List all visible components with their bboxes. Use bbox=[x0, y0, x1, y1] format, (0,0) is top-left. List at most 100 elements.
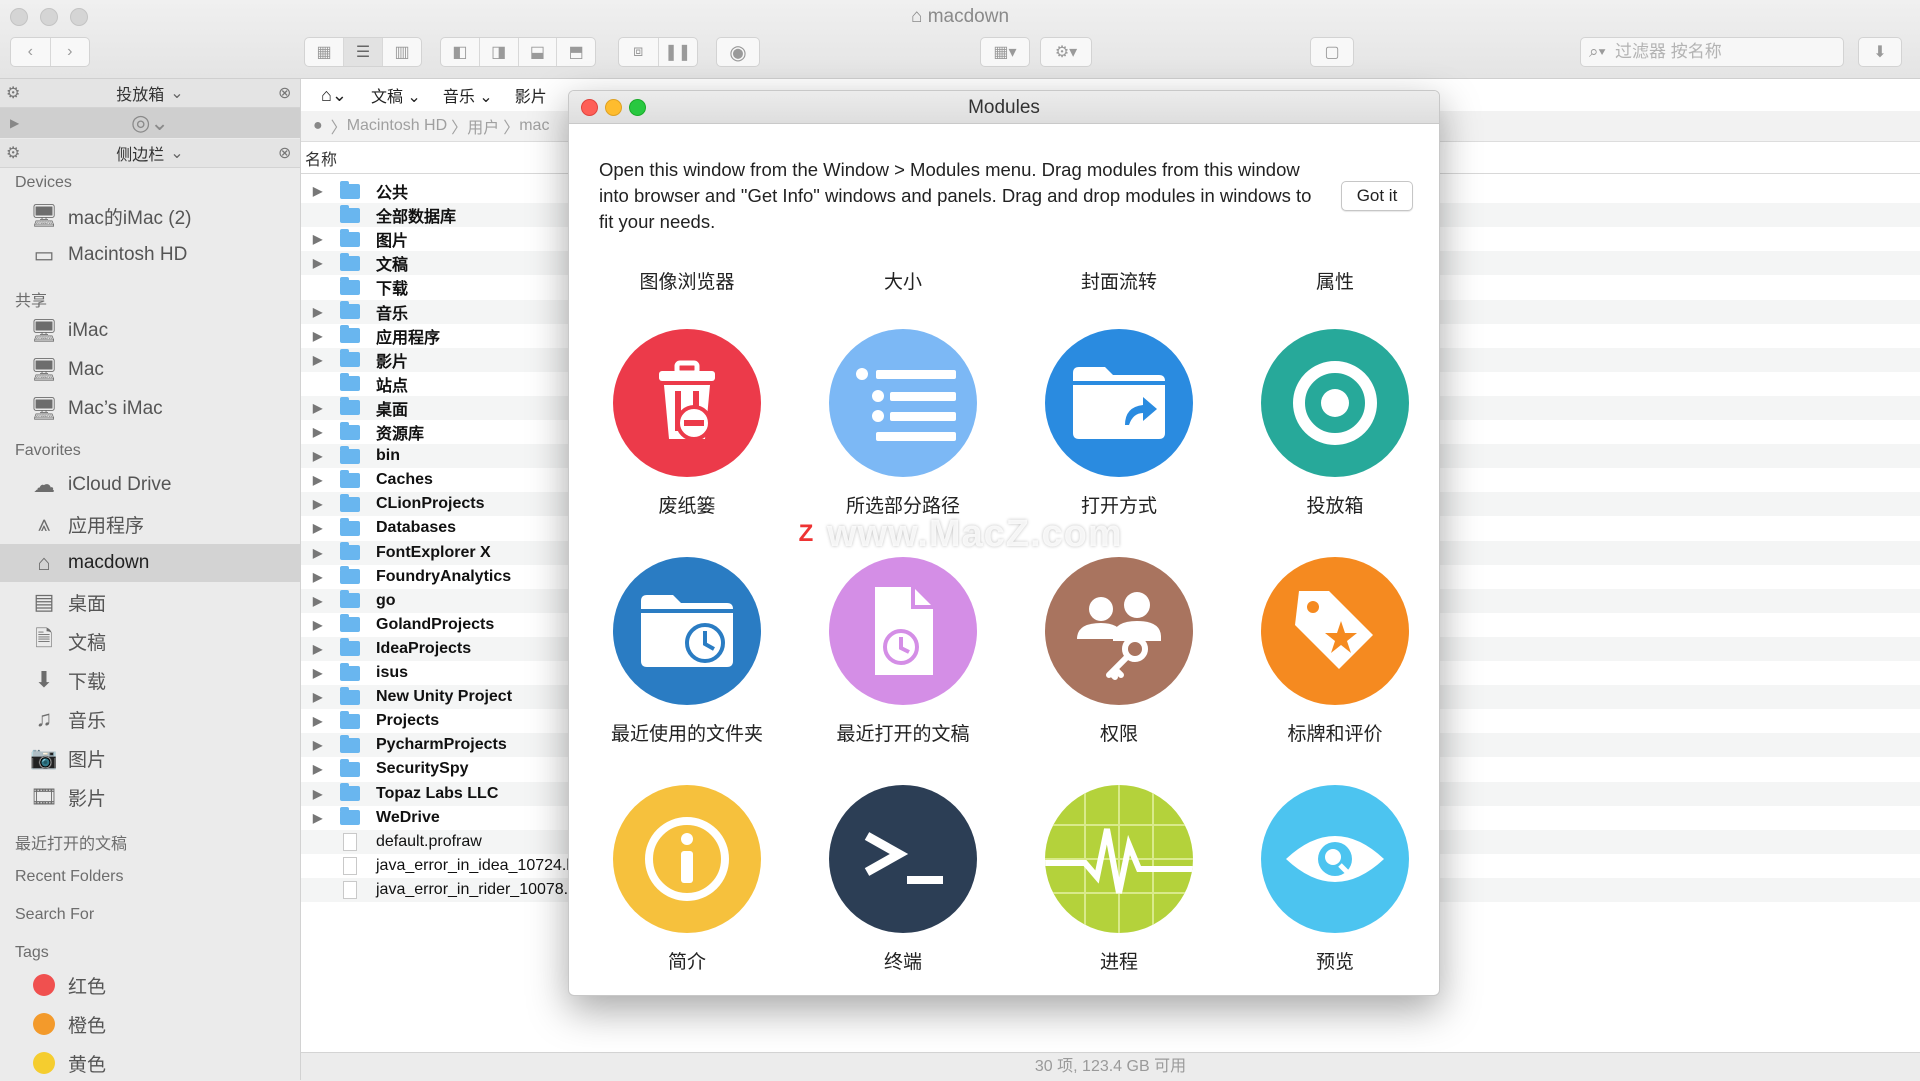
forward-button[interactable]: › bbox=[51, 38, 90, 66]
section-recent-folders[interactable]: Recent Folders bbox=[15, 868, 124, 886]
sidebar-item-favorite[interactable]: ⩓ 应用程序 bbox=[0, 505, 300, 543]
sidebar-panel-header[interactable]: ⚙ 侧边栏 ⌄ ⊗ bbox=[0, 139, 300, 168]
sidebar-item-shared[interactable]: 🖥 Mac’s iMac bbox=[0, 390, 300, 428]
disclosure-triangle-icon[interactable]: ▶ bbox=[313, 762, 327, 776]
sidebar-item-tag[interactable]: 黄色 bbox=[0, 1044, 300, 1080]
close-panel-icon[interactable]: ⊗ bbox=[278, 143, 291, 163]
module-selection-path[interactable]: 所选部分路径 bbox=[803, 329, 1003, 529]
hard-disk-icon: ▭ bbox=[33, 242, 55, 267]
module-recent-documents[interactable]: 最近打开的文稿 bbox=[803, 557, 1003, 757]
disclosure-triangle-icon[interactable]: ▶ bbox=[313, 497, 327, 511]
disclosure-triangle-icon[interactable]: ▶ bbox=[313, 787, 327, 801]
icon-view-icon[interactable]: ▦ bbox=[305, 38, 344, 66]
sidebar-item-shared[interactable]: 🖥 Mac bbox=[0, 351, 300, 389]
tab-music[interactable]: 音乐 ⌄ bbox=[443, 83, 493, 107]
module-dropbox[interactable]: 投放箱 bbox=[1235, 329, 1435, 529]
bottom-panel-icon[interactable]: ⬓ bbox=[519, 38, 558, 66]
module-recent-folders[interactable]: 最近使用的文件夹 bbox=[587, 557, 787, 757]
sidebar-item-tag[interactable]: 红色 bbox=[0, 966, 300, 1004]
module-head-image-browser[interactable]: 图像浏览器 bbox=[587, 267, 787, 294]
disclosure-triangle-icon[interactable]: ▶ bbox=[313, 329, 327, 343]
cover-flow-control[interactable]: ⧈ ❚❚ bbox=[618, 37, 698, 67]
module-preview[interactable]: 预览 bbox=[1235, 785, 1435, 985]
left-panel-icon[interactable]: ◧ bbox=[441, 38, 480, 66]
module-head-attributes[interactable]: 属性 bbox=[1235, 267, 1435, 294]
close-panel-icon[interactable]: ⊗ bbox=[278, 83, 291, 103]
section-recent-documents[interactable]: 最近打开的文稿 bbox=[15, 830, 127, 854]
sidebar-item-favorite[interactable]: 🎞 影片 bbox=[0, 778, 300, 816]
disclosure-triangle-icon[interactable]: ▶ bbox=[313, 811, 327, 825]
path-segment[interactable]: 用户 bbox=[467, 114, 499, 138]
disclosure-triangle-icon[interactable]: ▶ bbox=[313, 425, 327, 439]
disclosure-triangle-icon[interactable]: ▶ bbox=[313, 618, 327, 632]
module-tags-ratings[interactable]: 标牌和评价 bbox=[1235, 557, 1435, 757]
disclosure-triangle-icon[interactable]: ▶ bbox=[313, 546, 327, 560]
disclosure-triangle-icon[interactable]: ▶ bbox=[313, 690, 327, 704]
cover-flow-icon[interactable]: ⧈ bbox=[619, 38, 659, 66]
disclosure-triangle-icon[interactable]: ▶ bbox=[313, 305, 327, 319]
disclosure-triangle-icon[interactable]: ▶ bbox=[313, 473, 327, 487]
search-input[interactable]: ⌕▾ 过滤器 按名称 bbox=[1580, 37, 1844, 67]
arrange-grid-icon[interactable]: ▦▾ bbox=[980, 37, 1030, 67]
disclosure-triangle-icon[interactable]: ▶ bbox=[313, 256, 327, 270]
sidebar-item-shared[interactable]: 🖥 iMac bbox=[0, 312, 300, 350]
disclosure-triangle-icon[interactable]: ▶ bbox=[313, 570, 327, 584]
right-panel-icon[interactable]: ◨ bbox=[480, 38, 519, 66]
back-button[interactable]: ‹ bbox=[11, 38, 51, 66]
column-view-icon[interactable]: ▥ bbox=[383, 38, 421, 66]
sidebar-item-favorite[interactable]: 🗎 文稿 bbox=[0, 622, 300, 660]
sidebar-item-tag[interactable]: 橙色 bbox=[0, 1005, 300, 1043]
module-terminal[interactable]: 终端 bbox=[803, 785, 1003, 985]
sidebar-item-favorite[interactable]: ⬇ 下载 bbox=[0, 661, 300, 699]
disclosure-triangle-icon[interactable]: ▶ bbox=[313, 353, 327, 367]
disclosure-triangle-icon[interactable]: ▶ bbox=[10, 116, 19, 130]
home-menu-icon[interactable]: ⌂⌄ bbox=[321, 85, 347, 106]
view-mode-control[interactable]: ▦ ☰ ▥ bbox=[304, 37, 422, 67]
module-head-size[interactable]: 大小 bbox=[803, 267, 1003, 294]
disclosure-triangle-icon[interactable]: ▶ bbox=[313, 714, 327, 728]
path-segment[interactable]: Macintosh HD bbox=[347, 117, 447, 135]
list-view-icon[interactable]: ☰ bbox=[344, 38, 383, 66]
gear-icon[interactable]: ⚙ bbox=[6, 83, 20, 103]
disclosure-triangle-icon[interactable]: ▶ bbox=[313, 184, 327, 198]
sidebar-item-favorite[interactable]: ☁ iCloud Drive bbox=[0, 466, 300, 504]
module-head-cover-flow[interactable]: 封面流转 bbox=[1019, 267, 1219, 294]
gear-icon[interactable]: ⚙ bbox=[6, 143, 20, 163]
tab-movies[interactable]: 影片 bbox=[515, 83, 547, 107]
module-trash[interactable]: 废纸篓 bbox=[587, 329, 787, 529]
quick-look-eye-icon[interactable]: ◉ bbox=[716, 37, 760, 67]
nav-back-forward[interactable]: ‹ › bbox=[10, 37, 90, 67]
disclosure-triangle-icon[interactable]: ▶ bbox=[313, 232, 327, 246]
section-favorites: Favorites bbox=[15, 442, 81, 459]
module-activity[interactable]: 进程 bbox=[1019, 785, 1219, 985]
tab-documents[interactable]: 文稿 ⌄ bbox=[371, 83, 421, 107]
section-search-for[interactable]: Search For bbox=[15, 906, 94, 924]
disclosure-triangle-icon[interactable]: ▶ bbox=[313, 521, 327, 535]
terminal-icon bbox=[829, 785, 977, 933]
dropbox-panel-header[interactable]: ⚙ 投放箱 ⌄ ⊗ bbox=[0, 79, 300, 108]
disclosure-triangle-icon[interactable]: ▶ bbox=[313, 738, 327, 752]
split-view-icon[interactable]: ❚❚ bbox=[659, 38, 698, 66]
sidebar-item-device[interactable]: 🖥 mac的iMac (2) bbox=[0, 197, 300, 235]
share-document-icon[interactable]: ▢ bbox=[1310, 37, 1354, 67]
panel-layout-control[interactable]: ◧ ◨ ⬓ ⬒ bbox=[440, 37, 596, 67]
disclosure-triangle-icon[interactable]: ▶ bbox=[313, 594, 327, 608]
module-open-with[interactable]: 打开方式 bbox=[1019, 329, 1219, 529]
sidebar-item-favorite[interactable]: ▤ 桌面 bbox=[0, 583, 300, 621]
disclosure-triangle-icon[interactable]: ▶ bbox=[313, 401, 327, 415]
disclosure-triangle-icon[interactable]: ▶ bbox=[313, 449, 327, 463]
sidebar-item-favorite[interactable]: ♫ 音乐 bbox=[0, 700, 300, 738]
download-arrow-icon[interactable]: ⬇ bbox=[1858, 37, 1902, 67]
disclosure-triangle-icon[interactable]: ▶ bbox=[313, 666, 327, 680]
path-segment[interactable]: mac bbox=[519, 117, 549, 135]
disclosure-triangle-icon[interactable]: ▶ bbox=[313, 642, 327, 656]
module-info[interactable]: 简介 bbox=[587, 785, 787, 985]
dropbox-panel-body[interactable]: ▶ ◎⌄ bbox=[0, 108, 300, 138]
sidebar-item-favorite-selected[interactable]: ⌂ macdown bbox=[0, 544, 300, 582]
action-gear-icon[interactable]: ⚙▾ bbox=[1040, 37, 1092, 67]
sidebar-item-device[interactable]: ▭ Macintosh HD bbox=[0, 236, 300, 274]
got-it-button[interactable]: Got it bbox=[1341, 181, 1413, 211]
sidebar-item-favorite[interactable]: 📷 图片 bbox=[0, 739, 300, 777]
top-panel-icon[interactable]: ⬒ bbox=[557, 38, 595, 66]
module-permissions[interactable]: 权限 bbox=[1019, 557, 1219, 757]
